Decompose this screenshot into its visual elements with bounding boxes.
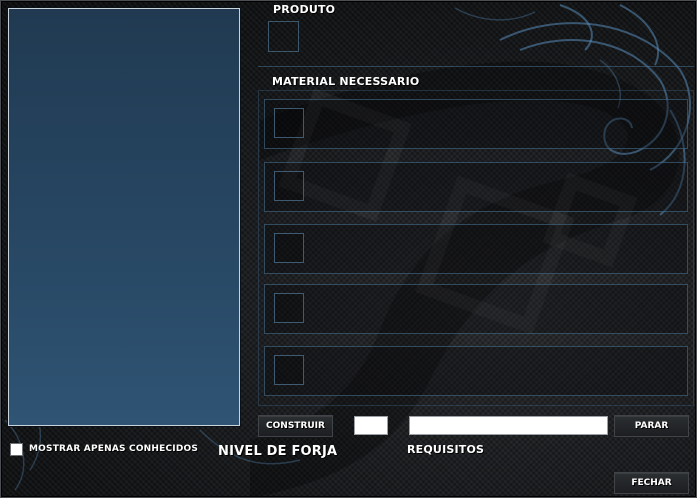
requirements-label: REQUISITOS [407, 443, 485, 456]
recipe-list[interactable] [8, 8, 240, 426]
show-known-checkbox[interactable] [10, 443, 23, 456]
show-known-label: MOSTRAR APENAS CONHECIDOS [29, 444, 199, 454]
stop-button[interactable]: PARAR [614, 415, 689, 437]
quantity-field[interactable] [354, 416, 388, 435]
forge-level-label: NIVEL DE FORJA [218, 444, 338, 459]
material-slot-row [264, 99, 688, 149]
material-slot[interactable] [274, 108, 304, 138]
material-slot[interactable] [274, 171, 304, 201]
material-slot[interactable] [274, 293, 304, 323]
material-slot-row [264, 346, 688, 396]
product-label: PRODUTO [273, 3, 336, 16]
build-button[interactable]: CONSTRUIR [258, 415, 333, 437]
material-slot-row [264, 162, 688, 212]
product-slot[interactable] [268, 21, 299, 52]
materials-label: MATERIAL NECESSARIO [272, 75, 420, 88]
requirements-field[interactable] [409, 416, 608, 435]
material-slot[interactable] [274, 355, 304, 385]
forge-window: PRODUTO MATERIAL NECESSARIO CONSTRUIR PA… [0, 0, 697, 498]
close-button[interactable]: FECHAR [614, 472, 689, 494]
material-slot-row [264, 224, 688, 274]
product-frame [258, 20, 694, 67]
material-slot-row [264, 284, 688, 334]
material-slot[interactable] [274, 233, 304, 263]
